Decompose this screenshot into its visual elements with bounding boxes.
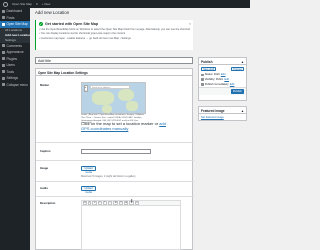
sidebar-item-label: Users bbox=[6, 63, 15, 68]
clear-format-button[interactable]: ✕ bbox=[134, 201, 140, 205]
location-map[interactable]: Search for address + − bbox=[81, 82, 146, 114]
underline-button[interactable]: U bbox=[92, 201, 97, 205]
notice-header: ✓ Get started with Open Site Map bbox=[39, 22, 190, 26]
comments-icon bbox=[2, 44, 5, 48]
wordpress-logo-icon[interactable] bbox=[3, 1, 8, 7]
settings-icon bbox=[2, 76, 5, 80]
divider bbox=[36, 181, 194, 182]
notice-line: • Customize map layer - enable features … bbox=[39, 36, 131, 40]
admin-bar: Open Site Map 0 + New bbox=[0, 0, 250, 8]
list-button[interactable]: ≡ bbox=[97, 201, 102, 205]
sidebar-item-label: Appearance bbox=[6, 50, 24, 55]
comments-count[interactable]: 0 bbox=[36, 2, 38, 6]
image-label: Image bbox=[40, 166, 49, 170]
collapse-arrow-icon[interactable]: ▲ bbox=[241, 60, 244, 64]
notice-title: Get started with Open Site Map bbox=[45, 22, 99, 26]
paragraph-button[interactable]: ¶ bbox=[119, 201, 123, 205]
bold-button[interactable]: B bbox=[83, 201, 88, 205]
divider bbox=[36, 196, 194, 197]
site-name-link[interactable]: Open Site Map bbox=[12, 2, 32, 6]
link-button[interactable]: ⌘ bbox=[113, 201, 119, 205]
submenu-add-new-location[interactable]: Add new Location bbox=[0, 32, 30, 38]
map-instructions: Click on the map to set a location marke… bbox=[81, 121, 166, 131]
checkmark-icon: ✓ bbox=[39, 22, 43, 26]
caption-label: Caption bbox=[40, 149, 51, 153]
zoom-out-button[interactable]: − bbox=[85, 88, 87, 92]
table-button[interactable]: ⊞ bbox=[123, 201, 129, 205]
map-zoom-control[interactable]: + − bbox=[83, 85, 88, 92]
location-settings-box: Open Site Map Location Settings Marker S… bbox=[35, 68, 194, 250]
edit-status-link[interactable]: Edit bbox=[221, 73, 226, 76]
map-icon bbox=[2, 22, 5, 26]
eye-icon bbox=[201, 78, 204, 81]
users-icon bbox=[2, 63, 5, 67]
publish-box-title: Publish ▲ bbox=[199, 58, 246, 65]
sidebar-item-label: Dashboard bbox=[6, 9, 23, 14]
description-editor[interactable] bbox=[81, 206, 181, 250]
calendar-icon bbox=[201, 83, 204, 86]
notice-line: • You can display locations via the shor… bbox=[39, 32, 126, 36]
close-icon[interactable]: × bbox=[189, 22, 191, 26]
featured-image-title: Featured image ▲ bbox=[199, 107, 246, 114]
dashboard-icon bbox=[2, 9, 5, 13]
sidebar-item-label: Comments bbox=[6, 43, 22, 48]
map-land bbox=[126, 101, 138, 111]
sidebar-item-label: Tools bbox=[6, 69, 14, 74]
hr-button[interactable]: — bbox=[107, 201, 113, 205]
map-land bbox=[118, 89, 134, 101]
sidebar-item-label: Collapse menu bbox=[6, 82, 28, 87]
edit-visibility-link[interactable]: Edit bbox=[224, 78, 229, 81]
map-land bbox=[92, 91, 114, 105]
settings-box-title: Open Site Map Location Settings bbox=[36, 69, 192, 76]
status-text: Status: Draft bbox=[204, 73, 220, 77]
save-draft-button[interactable]: Save draft bbox=[201, 66, 217, 71]
wrench-icon bbox=[2, 70, 5, 74]
brush-icon bbox=[2, 50, 5, 54]
audio-upload-button[interactable]: Upload media bbox=[81, 186, 96, 194]
image-upload-button[interactable]: Upload media bbox=[81, 166, 96, 174]
key-icon bbox=[201, 73, 204, 77]
sidebar-item-label: Posts bbox=[6, 15, 15, 20]
publish-box: Publish ▲ Save draft Preview Status: Dra… bbox=[198, 57, 247, 101]
schedule-text: Publish immediately bbox=[204, 82, 229, 86]
featured-image-box: Featured image ▲ Set featured image bbox=[198, 106, 247, 121]
image-hint: Maximum 5 images, it might will show in … bbox=[81, 175, 137, 178]
plugin-icon bbox=[2, 57, 5, 61]
visibility-text: Visibility: Public bbox=[204, 78, 224, 82]
publish-actions: Save draft Preview bbox=[199, 65, 246, 73]
new-content-link[interactable]: + New bbox=[42, 2, 51, 6]
map-search-input[interactable]: Search for address bbox=[90, 85, 130, 89]
quote-button[interactable]: ❝ bbox=[102, 201, 107, 205]
sidebar-item-label: Settings bbox=[6, 76, 19, 81]
marker-label: Marker bbox=[40, 83, 50, 87]
map-land bbox=[102, 105, 112, 113]
page-title: Add new Location bbox=[35, 10, 70, 15]
publish-title: Publish bbox=[201, 59, 213, 64]
publish-footer: Publish bbox=[199, 86, 246, 95]
edit-schedule-link[interactable]: Edit bbox=[230, 83, 235, 86]
success-notice: ✓ Get started with Open Site Map • Use t… bbox=[35, 20, 193, 50]
description-label: Description bbox=[40, 201, 56, 205]
divider bbox=[36, 160, 194, 161]
set-featured-image-link[interactable]: Set featured image bbox=[199, 114, 246, 121]
main-content: Add new Location ✓ Get started with Open… bbox=[30, 8, 250, 250]
featured-title: Featured image bbox=[201, 108, 225, 113]
align-button[interactable]: ≣ bbox=[129, 201, 134, 205]
notice-line: • Use the OpenStreetMap block on Windows… bbox=[39, 27, 190, 31]
divider bbox=[36, 142, 194, 143]
title-input[interactable]: Add title bbox=[35, 57, 193, 64]
caption-input[interactable] bbox=[81, 149, 151, 154]
publish-button[interactable]: Publish bbox=[230, 88, 244, 94]
italic-button[interactable]: I bbox=[88, 201, 92, 205]
preview-button[interactable]: Preview bbox=[231, 66, 244, 71]
collapse-icon bbox=[2, 83, 5, 87]
admin-sidebar: Dashboard Posts Open Site Map All Locati… bbox=[0, 8, 30, 250]
sidebar-item-collapse[interactable]: Collapse menu bbox=[0, 82, 30, 89]
pin-icon bbox=[2, 16, 5, 20]
collapse-arrow-icon[interactable]: ▲ bbox=[241, 109, 244, 113]
sidebar-item-label: Open Site Map bbox=[6, 22, 28, 27]
audio-label: Audio bbox=[40, 186, 48, 190]
sidebar-item-label: Plugins bbox=[6, 56, 17, 61]
